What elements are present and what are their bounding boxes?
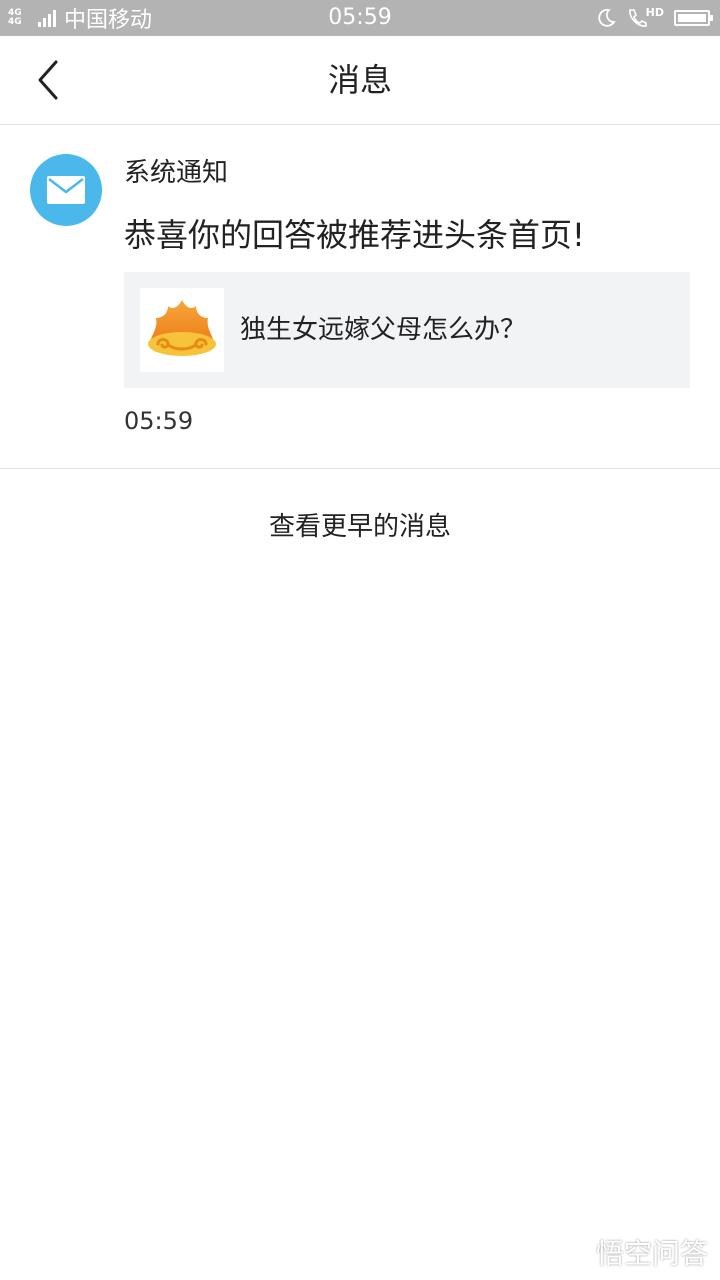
hd-call-icon: HD xyxy=(626,5,664,29)
status-right: HD xyxy=(586,0,713,36)
wukong-logo-icon xyxy=(148,300,216,356)
mail-icon xyxy=(47,176,85,204)
question-title: 独生女远嫁父母怎么办？ xyxy=(240,315,527,345)
view-earlier-messages-button[interactable]: 查看更早的消息 xyxy=(0,492,720,562)
watermark-text: 悟空问答 xyxy=(595,1237,708,1270)
message-title: 恭喜你的回答被推荐进头条首页! xyxy=(124,216,585,254)
status-bar: 4G 4G 中国移动 05:59 HD xyxy=(0,0,720,36)
question-card[interactable]: 独生女远嫁父母怎么办？ xyxy=(124,272,690,388)
battery-icon xyxy=(674,10,713,26)
moon-icon xyxy=(596,8,616,28)
watermark: 悟空问答 xyxy=(560,1232,708,1272)
nav-bar: 消息 xyxy=(0,36,720,125)
wukong-watermark-icon xyxy=(562,1248,594,1259)
message-time: 05:59 xyxy=(124,407,194,435)
question-thumbnail xyxy=(140,288,224,372)
avatar xyxy=(30,154,102,226)
hd-label: HD xyxy=(645,5,664,19)
battery-fill xyxy=(678,14,706,22)
message-item: 系统通知 恭喜你的回答被推荐进头条首页! 独生女远嫁父母怎么办？ 05:59 xyxy=(0,125,720,469)
page-title: 消息 xyxy=(327,61,392,99)
message-sender: 系统通知 xyxy=(124,158,229,188)
